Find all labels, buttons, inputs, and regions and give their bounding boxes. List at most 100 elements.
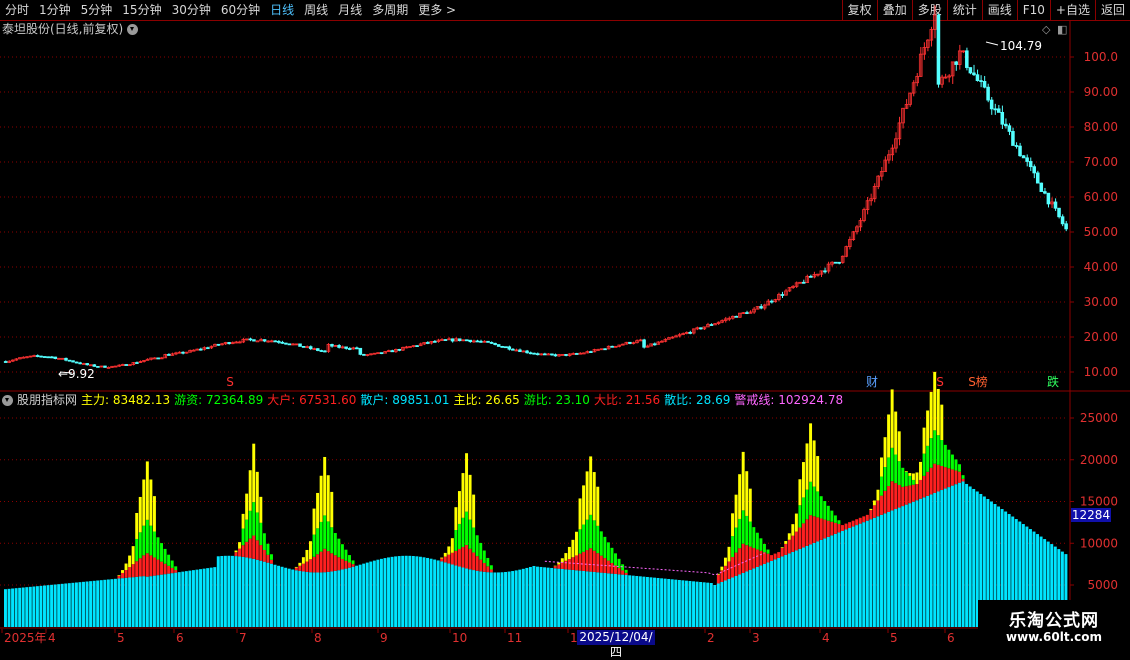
indicator-dropdown-icon[interactable] — [2, 395, 13, 406]
zhuli-bar — [798, 479, 801, 505]
zhuli-bar — [781, 547, 784, 548]
tab-15min[interactable]: 15分钟 — [117, 0, 166, 20]
candle-body — [887, 155, 890, 160]
sanhu-bar — [352, 567, 355, 627]
candle-body — [465, 340, 468, 341]
indicator-fields: 主力: 83482.13游资: 72364.89大户: 67531.60散户: … — [81, 392, 847, 408]
candle-body — [866, 201, 869, 210]
sanhu-bar — [153, 576, 156, 627]
candle-body — [370, 354, 373, 355]
dahu-bar — [908, 485, 911, 503]
x-tick-label: 9 — [380, 631, 388, 645]
zhuli-bar — [451, 538, 454, 553]
zhuli-bar — [784, 541, 787, 544]
restore-rights-button[interactable]: 复权 — [842, 0, 877, 20]
sanhu-bar — [196, 570, 199, 627]
youzi-bar — [884, 467, 887, 491]
candle-body — [664, 339, 667, 341]
zhuli-bar — [813, 440, 816, 486]
candle-body — [575, 353, 578, 354]
tab-monthly[interactable]: 月线 — [333, 0, 367, 20]
multi-stock-button[interactable]: 多股 — [912, 0, 947, 20]
youzi-bar — [738, 519, 741, 548]
youzi-bar — [270, 554, 273, 560]
candle-body — [916, 76, 919, 82]
dahu-bar — [586, 550, 589, 571]
statistics-button[interactable]: 统计 — [947, 0, 982, 20]
sanhu-bar — [518, 570, 521, 627]
tab-weekly[interactable]: 周线 — [299, 0, 333, 20]
dahu-bar — [603, 558, 606, 573]
candle-body — [214, 344, 217, 346]
sanhu-bar — [344, 569, 347, 627]
f10-button[interactable]: F10 — [1017, 0, 1050, 20]
toolbar-buttons: 复权 叠加 多股 统计 画线 F10 +自选 返回 — [842, 0, 1130, 20]
youzi-bar — [610, 548, 613, 563]
tab-fenshi[interactable]: 分时 — [0, 0, 34, 20]
zhuli-bar — [235, 551, 238, 553]
tab-multi-period[interactable]: 多周期 — [367, 0, 413, 20]
candle-body — [870, 199, 873, 201]
candle-body — [873, 186, 876, 198]
sanhu-bar — [798, 549, 801, 627]
candle-body — [1029, 161, 1032, 166]
overlay-button[interactable]: 叠加 — [877, 0, 912, 20]
tab-5min[interactable]: 5分钟 — [76, 0, 118, 20]
dropdown-icon[interactable] — [127, 24, 138, 35]
sanhu-bar — [295, 570, 298, 627]
candle-body — [554, 355, 557, 356]
candle-body — [175, 353, 178, 354]
dahu-bar — [813, 516, 816, 543]
candle-body — [47, 357, 50, 358]
tab-daily[interactable]: 日线 — [265, 0, 299, 20]
sanhu-bar — [876, 516, 879, 627]
candle-body — [341, 347, 344, 348]
sanhu-bar — [217, 556, 220, 627]
zhuli-bar — [458, 491, 461, 524]
draw-line-button[interactable]: 画线 — [982, 0, 1017, 20]
add-watchlist-button[interactable]: +自选 — [1050, 0, 1095, 20]
dahu-bar — [752, 548, 755, 568]
zhuli-bar — [454, 507, 457, 530]
sanhu-bar — [752, 568, 755, 627]
indicator-tick-label: 10000 — [1080, 536, 1118, 550]
sanhu-bar — [848, 528, 851, 627]
candle-body — [508, 347, 511, 349]
tab-30min[interactable]: 30分钟 — [167, 0, 216, 20]
panel-toggle-icon[interactable]: ◧ — [1057, 23, 1067, 36]
candle-body — [441, 340, 444, 341]
sanhu-bar — [210, 568, 213, 627]
dahu-bar — [625, 573, 628, 575]
dahu-bar — [476, 556, 479, 571]
dahu-bar — [887, 486, 890, 512]
youzi-bar — [320, 522, 323, 552]
dahu-bar — [837, 524, 840, 532]
sanhu-bar — [490, 572, 493, 627]
x-tick-label: 2 — [707, 631, 715, 645]
sanhu-bar — [579, 571, 582, 627]
x-axis: 2025年4567891011123456 — [2, 629, 955, 645]
sanhu-bar — [309, 572, 312, 627]
candle-body — [958, 51, 961, 65]
tab-more[interactable]: 更多 > — [413, 0, 461, 20]
youzi-bar — [806, 490, 809, 520]
sanhu-bar — [504, 572, 507, 627]
sanhu-bar — [696, 582, 699, 627]
price-tick-label: 40.00 — [1084, 260, 1118, 274]
zhuli-bar — [745, 471, 748, 516]
zhuli-bar — [596, 487, 599, 526]
tab-1min[interactable]: 1分钟 — [34, 0, 76, 20]
candle-body — [43, 357, 46, 358]
sanhu-bar — [146, 577, 149, 627]
diamond-icon[interactable]: ◇ — [1042, 23, 1050, 36]
candle-body — [245, 339, 248, 340]
candle-body — [668, 338, 671, 340]
youzi-bar — [827, 506, 830, 521]
sanhu-bar — [774, 559, 777, 627]
back-button[interactable]: 返回 — [1095, 0, 1130, 20]
candle-body — [969, 68, 972, 73]
candle-body — [419, 344, 422, 346]
candle-body — [863, 210, 866, 221]
tab-60min[interactable]: 60分钟 — [216, 0, 265, 20]
sanhu-bar — [827, 537, 830, 627]
